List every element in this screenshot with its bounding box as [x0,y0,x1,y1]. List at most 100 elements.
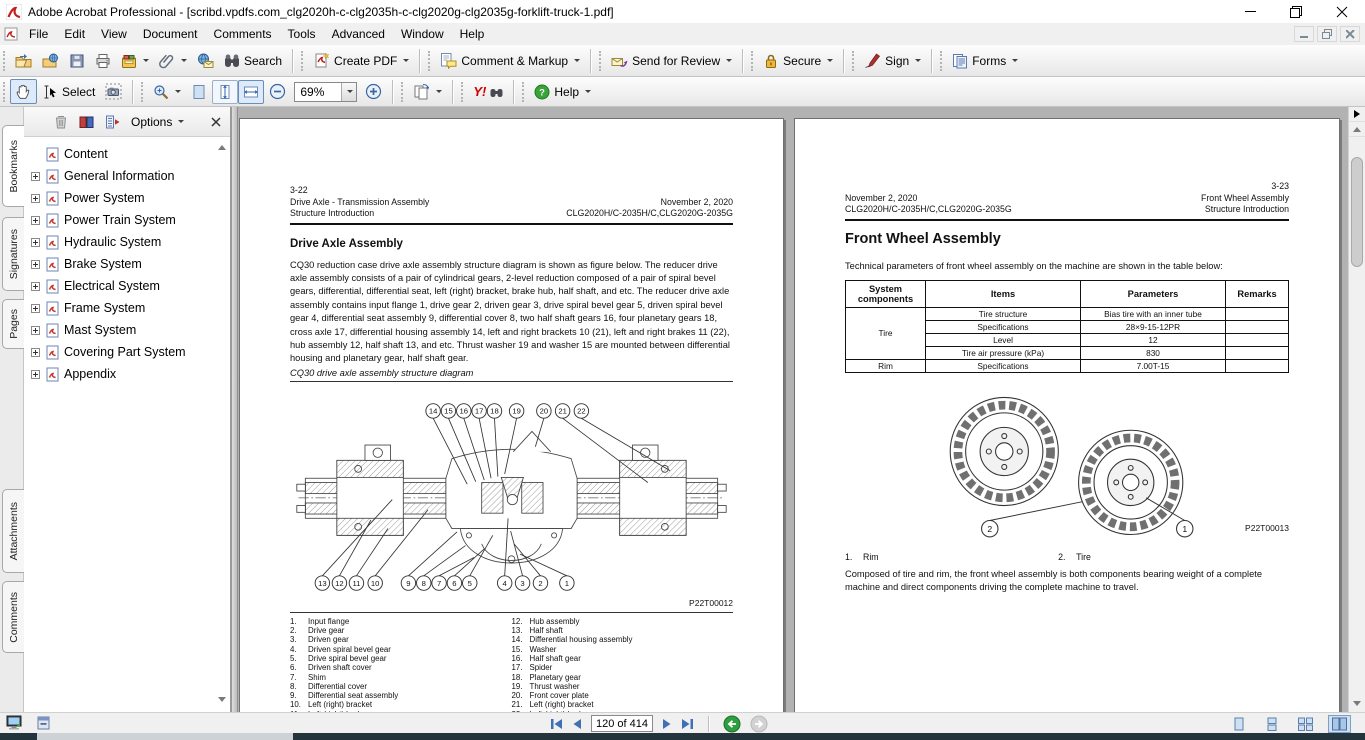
scroll-up-icon[interactable] [218,145,226,150]
previous-page-button[interactable] [572,718,582,730]
menu-help[interactable]: Help [452,24,493,44]
bookmark-label[interactable]: Mast System [64,323,136,337]
comment-markup-button[interactable]: Comment & Markup [435,48,585,73]
bookmark-label[interactable]: Covering Part System [64,345,186,359]
bookmark-item[interactable]: Electrical System [30,275,212,297]
doc-close-button[interactable] [1340,26,1360,42]
help-button[interactable]: ? Help [529,80,596,104]
doc-minimize-button[interactable] [1294,26,1314,42]
toolbar-grip[interactable] [3,82,6,102]
page-display-button[interactable] [408,79,447,104]
bookmark-label[interactable]: Electrical System [64,279,160,293]
sign-button[interactable]: Sign [859,49,926,73]
bookmarks-options-button[interactable]: Options [131,115,184,129]
menu-document[interactable]: Document [135,24,206,44]
last-page-button[interactable] [681,718,694,730]
zoom-in-button[interactable] [360,79,387,104]
expand-plus-icon[interactable] [30,282,41,291]
next-page-button[interactable] [662,718,672,730]
expand-plus-icon[interactable] [30,172,41,181]
tab-bookmarks[interactable]: Bookmarks [2,125,24,207]
yahoo-search-button[interactable]: Y! [468,80,508,103]
bookmark-item[interactable]: Power Train System [30,209,212,231]
previous-view-button[interactable] [723,715,741,733]
bookmark-item[interactable]: General Information [30,165,212,187]
hand-tool-button[interactable] [10,79,37,104]
bookmark-item[interactable]: Hydraulic System [30,231,212,253]
bookmark-label[interactable]: Content [64,147,108,161]
toolbar-grip[interactable] [599,51,602,71]
menu-tools[interactable]: Tools [280,24,324,44]
toolbar-grip[interactable] [461,82,464,102]
bookmark-item[interactable]: Appendix [30,363,212,385]
bookmark-item[interactable]: Content [30,143,212,165]
bookmarks-scrollbar[interactable] [215,141,229,708]
panel-close-button[interactable] [211,117,221,127]
tab-comments[interactable]: Comments [2,581,24,653]
restore-button[interactable] [1273,0,1319,23]
fit-page-button[interactable] [186,80,212,104]
fit-height-button[interactable] [212,80,238,104]
toolbar-grip[interactable] [301,51,304,71]
expand-plus-icon[interactable] [30,260,41,269]
select-tool-button[interactable]: Select [37,80,100,104]
bookmark-label[interactable]: Power Train System [64,213,176,227]
scroll-up-icon[interactable] [1349,122,1365,137]
expand-plus-icon[interactable] [30,304,41,313]
menu-edit[interactable]: Edit [56,24,93,44]
expand-current-bookmark-button[interactable] [105,115,120,129]
minimize-button[interactable] [1227,0,1273,23]
menu-window[interactable]: Window [393,24,452,44]
page-number-field[interactable]: 120 of 414 [591,715,653,732]
toolbar-grip[interactable] [401,82,404,102]
zoom-combo-arrow[interactable] [341,83,356,101]
page-prefs-icon[interactable] [37,716,51,730]
print-button[interactable] [90,49,116,73]
expand-plus-icon[interactable] [30,194,41,203]
document-area[interactable]: 3-22 Drive Axle - Transmission AssemblyN… [238,107,1348,712]
scroll-down-icon[interactable] [218,697,226,702]
toolbar-grip[interactable] [3,51,6,71]
organizer-button[interactable] [116,49,154,73]
bookmark-item[interactable]: Power System [30,187,212,209]
scroll-down-icon[interactable] [1353,701,1361,706]
expand-plus-icon[interactable] [30,216,41,225]
bookmark-item[interactable]: Mast System [30,319,212,341]
attach-button[interactable] [154,49,192,73]
bookmark-label[interactable]: Frame System [64,301,145,315]
bookmark-item[interactable]: Brake System [30,253,212,275]
toolbar-grip[interactable] [751,51,754,71]
vertical-scrollbar[interactable] [1348,107,1365,712]
expand-plus-icon[interactable] [30,348,41,357]
bookmark-item[interactable]: Frame System [30,297,212,319]
secure-button[interactable]: Secure [758,49,838,73]
expand-plus-icon[interactable] [30,238,41,247]
close-button[interactable] [1319,0,1365,23]
new-bookmark-button[interactable] [79,115,94,129]
bookmark-item[interactable]: Covering Part System [30,341,212,363]
bookmark-label[interactable]: Appendix [64,367,116,381]
zoom-level-combo[interactable]: 69% [294,82,357,102]
panel-splitter[interactable] [231,107,238,712]
menu-advanced[interactable]: Advanced [324,24,393,44]
first-page-button[interactable] [550,718,563,730]
expand-plus-icon[interactable] [30,326,41,335]
search-button[interactable]: Search [219,49,287,72]
open-button[interactable] [10,49,37,73]
layout-continuous-facing-button[interactable] [1294,715,1317,733]
pane-toggle-icon[interactable] [1349,107,1365,122]
doc-restore-button[interactable] [1317,26,1337,42]
open-web-button[interactable] [37,49,64,73]
toolbar-grip[interactable] [141,82,144,102]
send-review-button[interactable]: Send for Review [606,49,737,73]
toolbar-grip[interactable] [852,51,855,71]
reading-mode-icon[interactable] [6,715,23,731]
layout-single-page-button[interactable] [1228,715,1250,733]
pdf-page-right[interactable]: 3-23 November 2, 2020Front Wheel Assembl… [794,118,1340,712]
toolbar-grip[interactable] [428,51,431,71]
layout-continuous-button[interactable] [1261,715,1283,733]
bookmark-label[interactable]: General Information [64,169,174,183]
scrollbar-thumb[interactable] [1351,157,1363,267]
tab-pages[interactable]: Pages [2,299,24,349]
zoom-out-button[interactable] [264,79,291,104]
